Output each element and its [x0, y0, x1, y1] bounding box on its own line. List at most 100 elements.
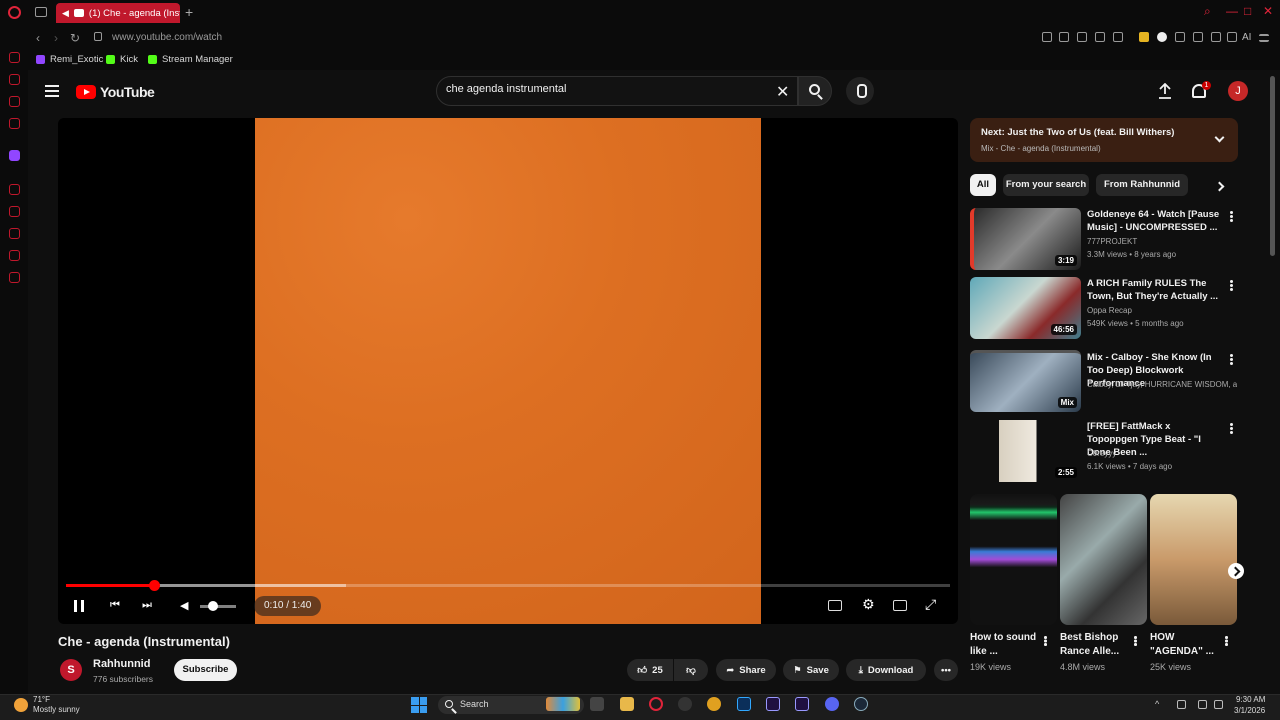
premiere-icon[interactable]	[766, 697, 780, 711]
more-vert-icon[interactable]	[1225, 636, 1228, 639]
photoshop-icon[interactable]	[737, 697, 751, 711]
more-vert-icon[interactable]	[1134, 636, 1137, 639]
page-scrollbar[interactable]	[1270, 76, 1275, 256]
clear-search-icon[interactable]: ✕	[776, 82, 789, 102]
obs-icon[interactable]	[678, 697, 692, 711]
snapshot-icon[interactable]	[1059, 32, 1069, 42]
rec-channel[interactable]: 777PROJEKT	[1087, 237, 1237, 246]
tray-volume-icon[interactable]	[1214, 700, 1223, 709]
short-thumbnail[interactable]	[1150, 494, 1237, 625]
reload-icon[interactable]: ↻	[70, 31, 80, 45]
up-next-panel[interactable]	[970, 118, 1238, 162]
chip-from-channel[interactable]: From Rahhunnid	[1096, 174, 1188, 196]
search-tabs-icon[interactable]: ⌕	[1204, 4, 1211, 19]
forward-icon[interactable]: ›	[54, 31, 58, 45]
sidebar-messenger-icon[interactable]	[9, 74, 20, 85]
after-effects-icon[interactable]	[795, 697, 809, 711]
back-icon[interactable]: ‹	[36, 31, 40, 45]
volume-icon[interactable]: ◀	[180, 599, 188, 612]
save-button[interactable]: ⚑ Save	[783, 659, 839, 681]
search-button[interactable]	[798, 76, 832, 106]
short-title[interactable]: Best Bishop Rance Alle...	[1060, 631, 1130, 659]
account-avatar[interactable]: J	[1228, 81, 1248, 101]
bookmark-icon[interactable]	[1042, 32, 1052, 42]
chrome-icon[interactable]	[707, 697, 721, 711]
next-icon[interactable]: ⏭	[142, 599, 152, 612]
maximize-icon[interactable]: □	[1244, 4, 1251, 18]
more-vert-icon[interactable]	[1044, 636, 1047, 639]
volume-knob[interactable]	[207, 601, 218, 611]
rec-title[interactable]: Goldeneye 64 - Watch [Pause Music] - UNC…	[1087, 208, 1222, 234]
sidebar-twitch-icon[interactable]	[9, 150, 20, 161]
chip-all[interactable]: All	[970, 174, 996, 196]
weather-temperature[interactable]: 71°F	[33, 695, 50, 704]
close-window-icon[interactable]: ✕	[1263, 4, 1273, 18]
upload-icon[interactable]	[1158, 83, 1172, 99]
clock-time[interactable]: 9:30 AM	[1236, 695, 1265, 704]
theater-mode-icon[interactable]	[893, 600, 907, 611]
discord-icon[interactable]	[825, 697, 839, 711]
task-view-icon[interactable]	[590, 697, 604, 711]
volume-slider[interactable]	[200, 605, 236, 608]
opera-gx-icon[interactable]	[649, 697, 663, 711]
sidebar-extensions-icon[interactable]	[9, 250, 20, 261]
like-button[interactable]: 👍︎ 25	[627, 659, 673, 681]
weather-description[interactable]: Mostly sunny	[33, 705, 80, 714]
ai-label[interactable]: AI	[1242, 32, 1251, 43]
bookmark-remi-exotic[interactable]: Remi_Exotic	[36, 54, 103, 65]
download-button[interactable]: ⤓ Download	[846, 659, 926, 681]
rec-channel[interactable]: Oppa Recap	[1087, 306, 1237, 315]
rec-channel[interactable]: Calboy, Lil Tjay, HURRICANE WISDOM, a...	[1087, 380, 1237, 389]
search-input[interactable]	[446, 83, 766, 95]
video-thumbnail[interactable]: Mix	[970, 350, 1081, 412]
guide-menu-icon[interactable]	[45, 85, 59, 97]
captions-icon[interactable]	[828, 600, 842, 611]
sidebar-ai-icon[interactable]	[9, 52, 20, 63]
rec-channel[interactable]: C0reyyy	[1087, 449, 1237, 458]
shield-icon[interactable]	[1077, 32, 1087, 42]
settings-gear-icon[interactable]: ⚙	[862, 596, 875, 613]
video-thumbnail[interactable]: 2:55	[970, 420, 1081, 482]
short-title[interactable]: HOW "AGENDA" ...	[1150, 631, 1220, 659]
bookmark-stream-manager[interactable]: Stream Manager	[148, 54, 233, 65]
weather-sun-icon[interactable]	[14, 698, 28, 712]
pause-icon[interactable]	[74, 600, 84, 612]
rec-title[interactable]: A RICH Family RULES The Town, But They'r…	[1087, 277, 1222, 303]
file-explorer-icon[interactable]	[620, 697, 634, 711]
opera-logo-icon[interactable]	[8, 6, 21, 19]
extension-puzzle-icon[interactable]	[1175, 32, 1185, 42]
youtube-logo[interactable]: YouTube	[76, 84, 155, 100]
more-actions-button[interactable]: •••	[934, 659, 958, 681]
extension-circle-icon[interactable]	[1157, 32, 1167, 42]
sidebar-history-icon[interactable]	[9, 228, 20, 239]
shorts-next-icon[interactable]	[1228, 563, 1244, 579]
more-vert-icon[interactable]	[1230, 280, 1233, 283]
extension-lock-icon[interactable]	[1193, 32, 1203, 42]
subscribe-button[interactable]: Subscribe	[174, 659, 237, 681]
more-vert-icon[interactable]	[1230, 354, 1233, 357]
steam-icon[interactable]	[854, 697, 868, 711]
progress-scrubber[interactable]	[149, 580, 161, 591]
url-field[interactable]: www.youtube.com/watch	[112, 32, 222, 43]
more-vert-icon[interactable]	[1230, 211, 1233, 214]
sidebar-player-icon[interactable]	[9, 184, 20, 195]
video-thumbnail[interactable]: 46:56	[970, 277, 1081, 339]
short-title[interactable]: How to sound like ...	[970, 631, 1040, 659]
minimize-icon[interactable]: —	[1226, 4, 1238, 18]
play-icon[interactable]	[1095, 32, 1105, 42]
channel-avatar[interactable]: S	[60, 659, 82, 681]
share-button[interactable]: ➦ Share	[716, 659, 776, 681]
extension-wallet-icon[interactable]	[1139, 32, 1149, 42]
short-thumbnail[interactable]	[970, 494, 1057, 625]
voice-search-button[interactable]	[846, 77, 874, 105]
previous-icon[interactable]: ⏮	[110, 599, 120, 612]
sidebar-whatsapp-icon[interactable]	[9, 96, 20, 107]
fullscreen-icon[interactable]: ⤢	[925, 596, 936, 613]
more-vert-icon[interactable]	[1230, 423, 1233, 426]
bookmark-kick[interactable]: Kick	[106, 54, 138, 65]
download-icon[interactable]	[1211, 32, 1221, 42]
tray-network-icon[interactable]	[1198, 700, 1207, 709]
short-thumbnail[interactable]	[1060, 494, 1147, 625]
browser-tab-youtube[interactable]: ◀ (1) Che - agenda (Instru	[56, 3, 180, 23]
clock-date[interactable]: 3/1/2026	[1234, 706, 1265, 715]
